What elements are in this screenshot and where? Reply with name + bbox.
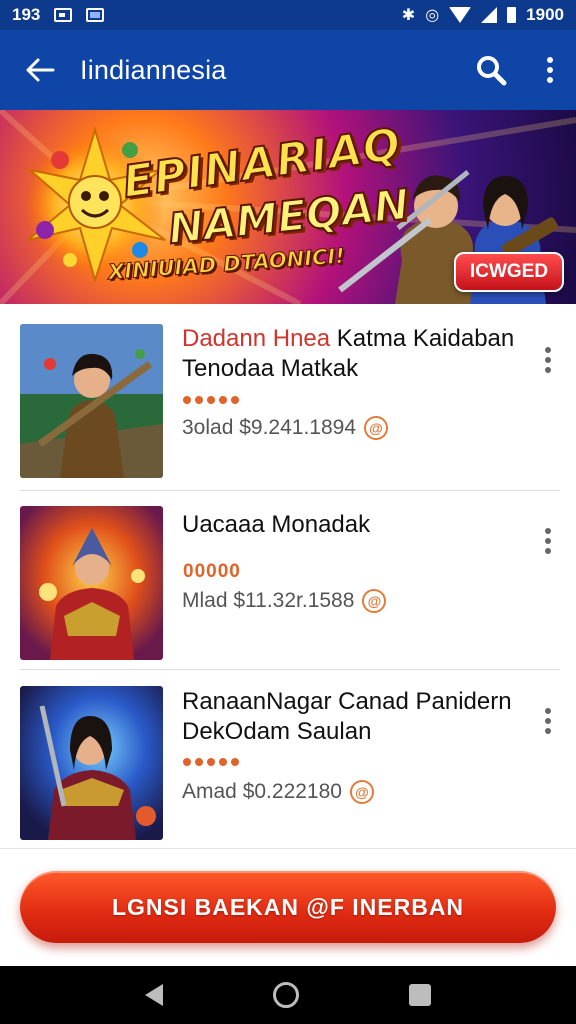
rating-stars — [183, 396, 239, 404]
game-title-text: RanaanNagar Canad Panidern DekOdam Saula… — [182, 688, 512, 745]
price-text: Mlad $11.32r.1588 — [182, 589, 355, 612]
game-title[interactable]: RanaanNagar Canad Panidern DekOdam Saula… — [182, 687, 522, 747]
game-thumbnail[interactable] — [20, 324, 163, 478]
app-bar: Iindiannesia — [0, 30, 576, 110]
list-item[interactable]: RanaanNagar Canad Panidern DekOdam Saula… — [0, 669, 576, 849]
cta-area: LGNSI BAEKAN @F INERBAN — [0, 848, 576, 966]
rating-stars — [183, 758, 239, 766]
nav-home-icon[interactable] — [273, 982, 299, 1008]
promo-banner[interactable]: EPINARIAQ NAMEQAN XINIUIAD DTAONICI! ICW… — [0, 110, 576, 304]
game-title[interactable]: Uacaaa Monadak — [182, 510, 522, 540]
back-arrow-icon — [26, 58, 55, 82]
overflow-menu-button[interactable] — [524, 30, 576, 110]
game-artwork-2 — [20, 506, 163, 660]
battery-icon — [507, 7, 517, 23]
coin-icon: @ — [349, 780, 374, 804]
price-text: Amad $0.222180 — [182, 780, 342, 803]
more-vert-icon — [547, 57, 553, 83]
status-clock: 1900 — [526, 5, 564, 24]
signal-icon — [481, 7, 498, 23]
rating-text: 00000 — [183, 561, 241, 582]
status-bar: 193 ✱ ◎ 1900 — [0, 0, 576, 30]
game-artwork-3 — [20, 686, 163, 840]
more-options-button[interactable] — [534, 340, 562, 380]
primary-cta-button[interactable]: LGNSI BAEKAN @F INERBAN — [20, 871, 556, 943]
page-title: Iindiannesia — [80, 54, 227, 85]
more-options-button[interactable] — [534, 701, 562, 741]
game-thumbnail[interactable] — [20, 686, 163, 840]
back-button[interactable] — [0, 30, 80, 110]
banner-badge-button[interactable]: ICWGED — [454, 252, 564, 292]
price-text: 3olad $9.241.1894 — [182, 416, 356, 439]
more-options-button[interactable] — [534, 521, 562, 561]
game-title-text: Uacaaa Monadak — [182, 511, 371, 538]
bluetooth-icon: ✱ — [401, 7, 416, 24]
status-time: 193 — [12, 5, 41, 24]
game-price: Amad $0.222180 @ — [182, 780, 374, 804]
search-icon — [477, 56, 507, 86]
nav-recents-icon[interactable] — [409, 984, 431, 1006]
coin-icon: @ — [364, 416, 388, 440]
list-item[interactable]: Uacaaa Monadak 00000 Mlad $11.32r.1588 @ — [0, 491, 576, 670]
image-icon — [54, 8, 73, 22]
list-item[interactable]: Dadann Hnea Katma Kaidaban Tenodaa Matka… — [0, 304, 576, 491]
game-price: 3olad $9.241.1894 @ — [182, 416, 388, 440]
game-thumbnail[interactable] — [20, 506, 163, 660]
nav-back-icon[interactable] — [145, 984, 163, 1006]
game-price: Mlad $11.32r.1588 @ — [182, 589, 387, 613]
alarm-icon: ◎ — [425, 7, 440, 24]
game-artwork-1 — [20, 324, 163, 478]
game-title[interactable]: Dadann Hnea Katma Kaidaban Tenodaa Matka… — [182, 324, 522, 384]
search-button[interactable] — [458, 30, 524, 110]
mail-icon — [86, 8, 105, 22]
system-nav-bar — [0, 966, 576, 1024]
coin-icon: @ — [362, 589, 387, 613]
wifi-icon — [449, 7, 472, 23]
game-title-highlight: Dadann Hnea — [182, 325, 331, 352]
